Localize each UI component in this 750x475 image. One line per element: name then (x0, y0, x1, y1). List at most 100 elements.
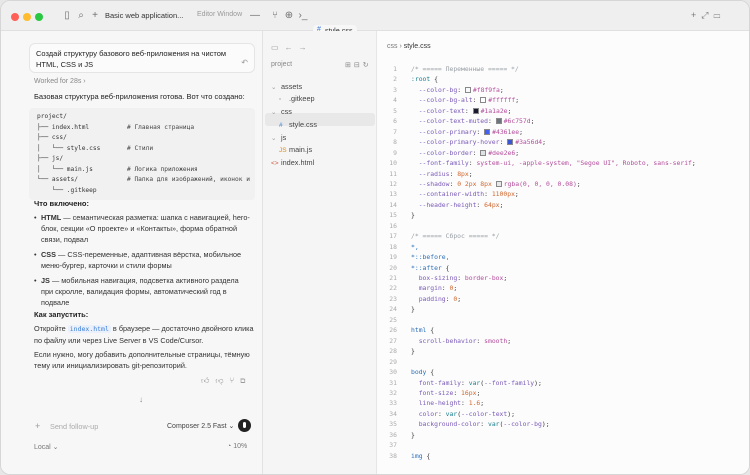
code-line[interactable]: /* ===== Переменные ===== */ (411, 65, 519, 73)
code-line[interactable]: /* ===== Сброс ===== */ (411, 232, 500, 240)
code-line[interactable]: } (411, 305, 415, 313)
bullet-text: — семантическая разметка: шапка с навига… (41, 213, 250, 244)
code-line[interactable]: --color-text-muted: #6c757d; (411, 117, 535, 125)
line-number: 14 (389, 200, 397, 209)
code-line[interactable]: *::before, (411, 253, 449, 261)
explorer-file[interactable]: JS main.js (279, 144, 312, 155)
expand-icon[interactable]: ⤢ (701, 10, 713, 20)
add-icon[interactable]: + (691, 10, 701, 20)
more-options-icon[interactable]: — (249, 10, 261, 22)
code-line[interactable]: padding: 0; (411, 295, 461, 303)
explorer-folder[interactable]: ⌄ js (271, 132, 286, 143)
fork-icon[interactable]: ⑂ (230, 376, 241, 385)
code-line[interactable]: } (411, 211, 415, 219)
bullet-bold: HTML (41, 213, 62, 222)
tree-line: └── assets/ # Папка для изображений, икон… (37, 175, 250, 186)
explorer-file[interactable]: <> index.html (271, 157, 314, 168)
code-line[interactable]: img { (411, 452, 430, 460)
branch-icon[interactable]: ⑂ (269, 10, 281, 22)
new-chat-icon[interactable]: + (89, 10, 101, 22)
terminal-icon[interactable]: ›_ (297, 10, 309, 22)
code-line[interactable]: :root { (411, 75, 438, 83)
add-context-icon[interactable]: + (35, 421, 40, 431)
microphone-icon[interactable] (238, 419, 251, 432)
code-line[interactable]: --header-height: 64px; (411, 201, 504, 209)
line-number: 12 (389, 179, 397, 188)
explorer-folder[interactable]: ⌄ assets (271, 81, 302, 92)
line-number: 36 (389, 430, 397, 439)
file-icon: <> (271, 160, 279, 167)
scroll-down-icon[interactable]: ↓ (139, 395, 143, 404)
new-folder-icon[interactable]: ⊟ (354, 62, 363, 69)
tree-line: │ └── main.js # Логика приложения (37, 165, 247, 176)
line-number: 7 (393, 127, 397, 136)
thumbs-up-icon[interactable]: 👍︎ (201, 376, 215, 385)
bullet-text: — мобильная навигация, подсветка активно… (41, 276, 239, 307)
back-icon[interactable]: ← (285, 43, 299, 52)
minimize-window-button[interactable] (23, 13, 31, 21)
panel-toggle-icon[interactable]: ▭ (271, 43, 285, 52)
code-line[interactable]: font-family: var(--font-family); (411, 379, 542, 387)
code-line[interactable]: background-color: var(--color-bg); (411, 420, 550, 428)
code-line[interactable]: --shadow: 0 2px 8px rgba(0, 0, 0, 0.08); (411, 180, 581, 188)
composer: + Send follow-up Composer 2.5 Fast ⌄ (29, 415, 255, 437)
code-line[interactable]: --color-bg: #f8f9fa; (411, 86, 504, 94)
breadcrumb-file[interactable]: style.css (404, 43, 431, 50)
code-line[interactable]: --font-family: system-ui, -apple-system,… (411, 159, 696, 167)
breadcrumb-dir[interactable]: css (387, 43, 398, 50)
code-line[interactable]: line-height: 1.6; (411, 399, 484, 407)
followup-input[interactable]: Send follow-up (50, 422, 98, 431)
code-line[interactable]: *::after { (411, 264, 449, 272)
chevron-down-icon: ⌄ (271, 135, 277, 142)
worked-duration[interactable]: Worked for 28s › (34, 78, 86, 85)
code-line[interactable]: } (411, 431, 415, 439)
code-line[interactable]: } (411, 347, 415, 355)
line-number: 25 (389, 315, 397, 324)
context-percent: 10% (233, 443, 248, 450)
zoom-window-button[interactable] (35, 13, 43, 21)
model-selector[interactable]: Composer 2.5 Fast ⌄ (167, 422, 234, 430)
code-line[interactable]: box-sizing: border-box; (411, 274, 508, 282)
copy-icon[interactable]: ⧉ (240, 376, 251, 385)
code-line[interactable]: --color-bg-alt: #ffffff; (411, 96, 519, 104)
code-line[interactable]: --color-text: #1a1a2e; (411, 107, 512, 115)
new-file-icon[interactable]: ⊞ (345, 62, 354, 69)
chat-title[interactable]: Basic web application... (105, 11, 187, 20)
code-line[interactable]: scroll-behavior: smooth; (411, 337, 511, 345)
refresh-icon[interactable]: ↻ (363, 62, 372, 69)
code-line[interactable]: --color-primary: #4361ee; (411, 128, 523, 136)
line-number: 23 (389, 294, 397, 303)
bullet-html: HTML — семантическая разметка: шапка с н… (34, 212, 251, 245)
code-line[interactable]: margin: 0; (411, 284, 458, 292)
code-line[interactable]: --container-width: 1100px; (411, 190, 519, 198)
search-icon[interactable]: ⌕ (75, 10, 87, 22)
code-line[interactable]: html { (411, 326, 434, 334)
thumbs-down-icon[interactable]: 👎︎ (215, 376, 229, 385)
code-line[interactable]: body { (411, 368, 434, 376)
bullet-js: JS — мобильная навигация, подсветка акти… (34, 275, 251, 308)
globe-icon[interactable]: ⊕ (283, 10, 295, 22)
close-window-button[interactable] (11, 13, 19, 21)
explorer-folder[interactable]: ⌄ css (271, 106, 292, 117)
forward-icon[interactable]: → (299, 43, 313, 52)
explorer-file[interactable]: ▫ .gitkeep (279, 93, 315, 104)
line-number: 22 (389, 284, 397, 293)
editor-window-label[interactable]: Editor Window (197, 11, 242, 18)
code-line[interactable]: color: var(--color-text); (411, 410, 515, 418)
explorer-file[interactable]: # style.css (279, 119, 317, 130)
code-line[interactable]: --color-border: #dee2e6; (411, 149, 519, 157)
sidebar-toggle-icon[interactable]: ▯ (61, 10, 73, 22)
panel-icon[interactable]: ▭ (713, 10, 725, 20)
code-line[interactable]: --color-primary-hover: #3a56d4; (411, 138, 546, 146)
code-line[interactable]: --radius: 8px; (411, 170, 473, 178)
line-number: 17 (389, 232, 397, 241)
undo-icon[interactable]: ↶ (241, 57, 248, 68)
user-prompt[interactable]: Создай структуру базового веб-приложения… (29, 43, 255, 73)
code-line[interactable]: font-size: 16px; (411, 389, 481, 397)
local-mode-selector[interactable]: Local ⌄ (34, 443, 59, 451)
code-line[interactable]: *, (411, 243, 419, 251)
breadcrumb: css › style.css (387, 43, 431, 50)
tree-path: │ └── main.js (37, 165, 93, 173)
bullet-css: CSS — CSS-переменные, адаптивная вёрстка… (34, 249, 251, 271)
run-heading: Как запустить: (34, 310, 89, 319)
